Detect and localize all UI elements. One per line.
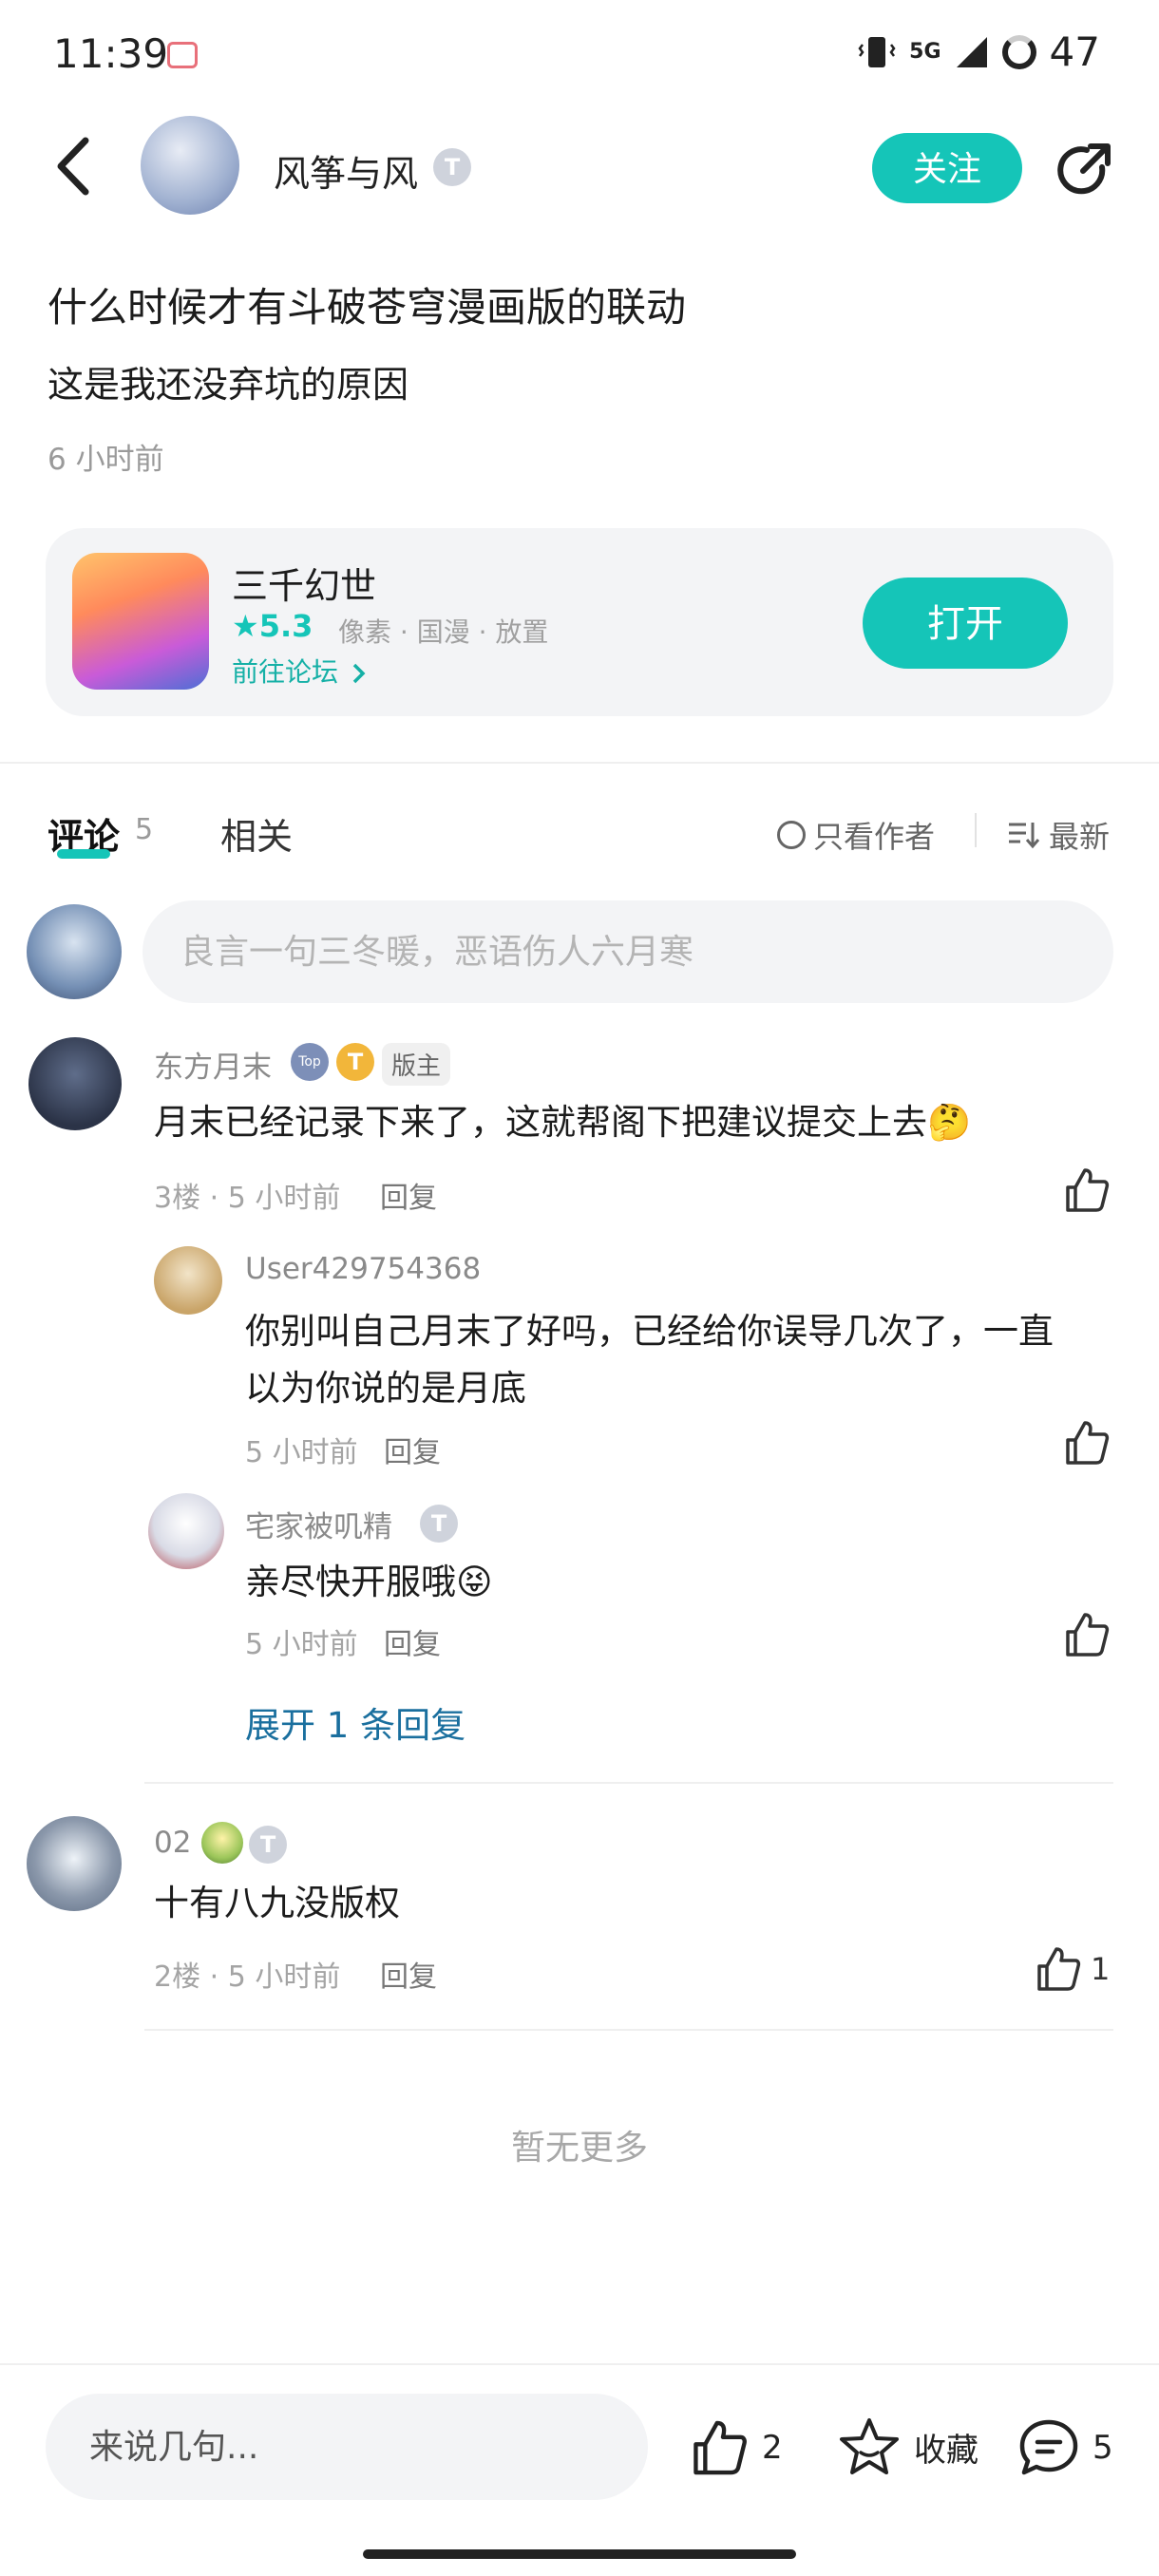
favorite-button[interactable]: 收藏 (838, 2416, 978, 2477)
replier-name[interactable]: User429754368 (245, 1252, 481, 1286)
forum-link[interactable]: 前往论坛 (232, 652, 368, 690)
my-avatar (27, 904, 122, 999)
like-icon[interactable] (1034, 1945, 1081, 1993)
radio-icon (777, 821, 806, 849)
post-time: 6 小时前 (48, 443, 164, 477)
moderator-badge: 版主 (382, 1043, 451, 1086)
open-game-button[interactable]: 打开 (863, 578, 1068, 669)
reply-text-line1: 你别叫自己月末了好吗，已经给你误导几次了，一直 (245, 1311, 1054, 1352)
replier-avatar[interactable] (148, 1493, 224, 1569)
battery-icon (1001, 34, 1036, 69)
like-post-button[interactable]: 2 (688, 2418, 783, 2477)
tab-related[interactable]: 相关 (220, 807, 293, 860)
sort-label: 最新 (1049, 819, 1111, 855)
reply-button[interactable]: 回复 (380, 1953, 437, 1995)
share-icon[interactable] (1053, 139, 1115, 201)
expand-replies-link[interactable]: 展开 1 条回复 (245, 1696, 466, 1748)
reply-button[interactable]: 回复 (380, 1174, 437, 1216)
favorite-label: 收藏 (914, 2431, 978, 2470)
only-author-toggle[interactable]: 只看作者 (777, 813, 935, 857)
tab-active-indicator (57, 849, 110, 859)
sort-icon (1009, 823, 1039, 849)
reply-button[interactable]: 回复 (384, 1620, 441, 1662)
forum-link-label: 前往论坛 (232, 656, 339, 688)
status-time: 11:39 (53, 30, 169, 77)
post-body: 这是我还没弃坑的原因 (48, 364, 409, 406)
signal-icon (956, 36, 987, 67)
replier-name[interactable]: 宅家被叽精 (245, 1503, 392, 1545)
like-icon[interactable] (1062, 1419, 1110, 1467)
commenter-name[interactable]: 02 (154, 1826, 191, 1860)
post-like-count: 2 (762, 2429, 783, 2467)
comment-meta: 2楼 · 5 小时前 (154, 1960, 341, 1994)
network-type: 5G (909, 40, 941, 64)
reply-time: 5 小时前 (245, 1436, 358, 1469)
reply-text-line2: 以为你说的是月底 (245, 1368, 526, 1409)
level-badge-icon: T (336, 1043, 374, 1081)
like-icon[interactable] (1062, 1611, 1110, 1658)
author-name[interactable]: 风筝与风 (274, 144, 418, 197)
level-badge-icon: T (433, 148, 471, 186)
commenter-avatar[interactable] (27, 1816, 122, 1911)
bottom-comment-input[interactable] (46, 2394, 648, 2500)
follow-button[interactable]: 关注 (872, 133, 1022, 203)
top-badge-icon: Top (291, 1043, 329, 1081)
like-icon[interactable] (1062, 1166, 1110, 1214)
like-icon (694, 2420, 747, 2475)
level-badge-icon: T (420, 1505, 458, 1543)
status-indicators: 5G 47 (858, 28, 1100, 75)
battery-level: 47 (1049, 28, 1100, 75)
comments-button[interactable]: 5 (1018, 2418, 1113, 2477)
game-icon[interactable] (72, 553, 209, 690)
reply-time: 5 小时前 (245, 1628, 358, 1661)
tab-divider (975, 813, 977, 847)
commenter-avatar[interactable] (28, 1037, 122, 1130)
post-title: 什么时候才有斗破苍穹漫画版的联动 (48, 284, 687, 331)
bottom-bar-divider (0, 2363, 1159, 2365)
back-icon[interactable] (49, 133, 95, 199)
no-more-label: 暂无更多 (510, 2129, 648, 2168)
section-divider (0, 762, 1159, 764)
vibrate-icon (858, 36, 896, 67)
commenter-name[interactable]: 东方月末 (154, 1043, 272, 1086)
notification-app-icon (167, 42, 198, 68)
only-author-label: 只看作者 (813, 819, 936, 855)
comment-text: 月末已经记录下来了，这就帮阁下把建议提交上去🤔 (154, 1102, 972, 1143)
comment-meta: 3楼 · 5 小时前 (154, 1182, 341, 1215)
comment-input[interactable] (142, 900, 1113, 1003)
comment-divider (144, 2029, 1113, 2031)
replier-avatar[interactable] (154, 1246, 222, 1315)
game-name: 三千幻世 (232, 565, 377, 607)
reply-text: 亲尽快开服哦😝 (245, 1562, 493, 1602)
reply-button[interactable]: 回复 (384, 1429, 441, 1470)
star-icon (840, 2418, 899, 2474)
sort-toggle[interactable]: 最新 (1007, 813, 1110, 857)
chevron-right-icon (352, 663, 366, 684)
game-rating: ★5.3 (232, 608, 314, 644)
decoration-badge-icon (201, 1822, 243, 1864)
level-badge-icon: T (249, 1826, 287, 1864)
tab-comments-count: 5 (135, 813, 154, 846)
home-indicator (363, 2549, 796, 2559)
comment-count: 5 (1092, 2429, 1113, 2467)
game-tags: 像素 · 国漫 · 放置 (338, 616, 549, 648)
comment-divider (144, 1782, 1113, 1784)
like-count: 1 (1091, 1951, 1111, 1987)
comment-bubble-icon (1019, 2419, 1078, 2475)
comment-text: 十有八九没版权 (154, 1883, 400, 1923)
author-avatar[interactable] (141, 116, 239, 215)
